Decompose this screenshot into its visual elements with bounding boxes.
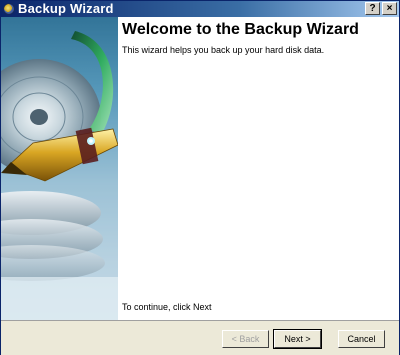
button-bar: < Back Next > Cancel — [1, 321, 399, 355]
page-description: This wizard helps you back up your hard … — [122, 45, 325, 55]
wizard-window: Backup Wizard ? × Welcome to the Backup … — [0, 0, 400, 355]
title-bar[interactable]: Backup Wizard ? × — [1, 1, 399, 17]
hard-disk-with-pen-illustration — [1, 17, 118, 320]
continue-hint: To continue, click Next — [122, 302, 212, 312]
wizard-content: Welcome to the Backup Wizard This wizard… — [118, 17, 399, 320]
next-button[interactable]: Next > — [273, 329, 322, 349]
wizard-body: Welcome to the Backup Wizard This wizard… — [1, 17, 399, 321]
title-buttons: ? × — [365, 2, 397, 15]
cancel-button[interactable]: Cancel — [338, 330, 385, 348]
backup-app-icon — [3, 3, 15, 15]
page-title: Welcome to the Backup Wizard — [122, 21, 359, 38]
close-button[interactable]: × — [382, 2, 397, 15]
window-title: Backup Wizard — [18, 1, 114, 16]
banner-image — [1, 17, 118, 320]
back-button[interactable]: < Back — [222, 330, 269, 348]
help-button[interactable]: ? — [365, 2, 380, 15]
